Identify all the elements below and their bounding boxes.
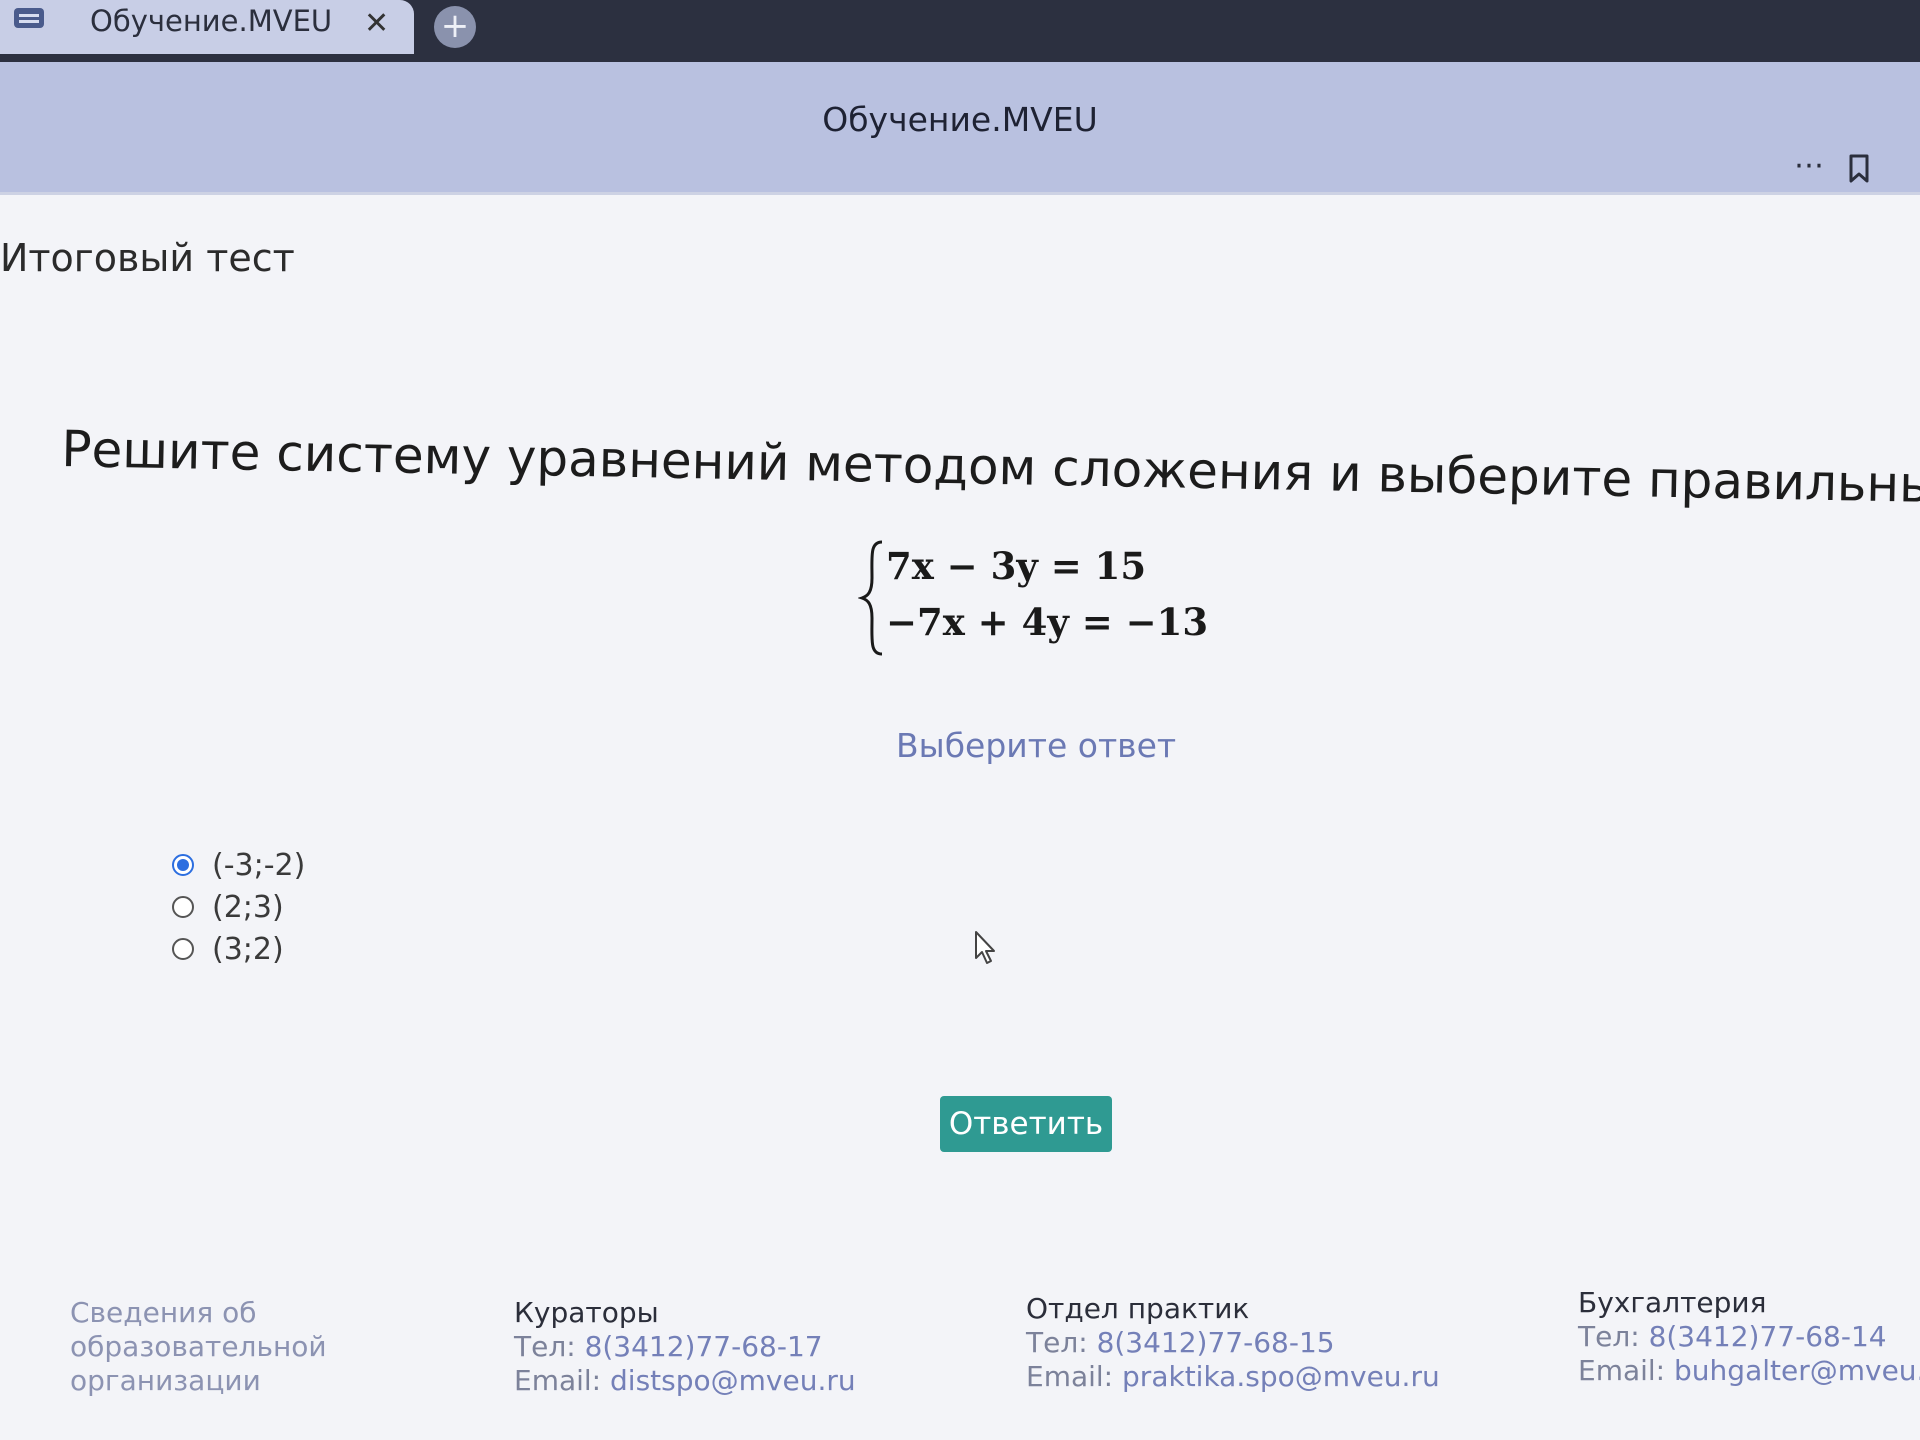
email-link[interactable]: distspo@mveu.ru xyxy=(610,1364,856,1397)
tab-strip: Обучение.MVEU ✕ + xyxy=(0,0,1920,62)
answer-option[interactable]: (3;2) xyxy=(172,928,305,970)
mouse-cursor-icon xyxy=(975,931,995,964)
email-label: Email: xyxy=(1026,1360,1123,1393)
answer-option-label: (-3;-2) xyxy=(212,847,306,883)
phone-link[interactable]: 8(3412)77-68-15 xyxy=(1097,1326,1335,1359)
tab-title: Обучение.MVEU xyxy=(90,4,333,38)
close-icon[interactable]: ✕ xyxy=(364,6,389,42)
phone-link[interactable]: 8(3412)77-68-17 xyxy=(585,1330,823,1363)
footer-info-link[interactable]: образовательной xyxy=(70,1330,327,1364)
footer-heading: Бухгалтерия xyxy=(1578,1286,1767,1319)
footer-info-link[interactable]: организации xyxy=(70,1364,327,1398)
page-title: Итоговый тест xyxy=(0,236,295,280)
footer-info-link[interactable]: Сведения об xyxy=(70,1296,327,1330)
browser-tab[interactable]: Обучение.MVEU ✕ xyxy=(0,0,414,54)
site-title: Обучение.MVEU xyxy=(822,100,1098,139)
site-favicon-icon xyxy=(14,8,44,28)
plus-icon[interactable]: + xyxy=(434,6,476,48)
phone-link[interactable]: 8(3412)77-68-14 xyxy=(1649,1320,1887,1353)
footer-heading: Кураторы xyxy=(514,1296,659,1329)
answer-option[interactable]: (-3;-2) xyxy=(172,844,305,886)
phone-label: Тел: xyxy=(514,1330,585,1363)
more-dots-icon[interactable]: ⋯ xyxy=(1794,148,1826,183)
footer-accounting: Бухгалтерия Тел: 8(3412)77-68-14 Email: … xyxy=(1578,1286,1920,1388)
brace-icon xyxy=(858,540,883,656)
answer-option-label: (2;3) xyxy=(212,889,284,925)
footer-practice: Отдел практик Тел: 8(3412)77-68-15 Email… xyxy=(1026,1292,1440,1394)
question-text: Решите систему уравнений методом сложени… xyxy=(60,420,1920,518)
phone-label: Тел: xyxy=(1578,1320,1649,1353)
bookmark-icon[interactable] xyxy=(1848,154,1870,184)
answer-option-label: (3;2) xyxy=(212,931,284,967)
answer-option[interactable]: (2;3) xyxy=(172,886,305,928)
email-link[interactable]: praktika.spo@mveu.ru xyxy=(1122,1360,1440,1393)
submit-button[interactable]: Ответить xyxy=(940,1096,1112,1152)
phone-label: Тел: xyxy=(1026,1326,1097,1359)
equation-line: 7x − 3y = 15 xyxy=(886,544,1147,588)
answer-options: (-3;-2) (2;3) (3;2) xyxy=(172,844,305,970)
footer-heading: Отдел практик xyxy=(1026,1292,1250,1325)
choose-answer-label: Выберите ответ xyxy=(896,726,1177,765)
equation-system: 7x − 3y = 15 −7x + 4y = −13 xyxy=(858,538,1238,658)
email-link[interactable]: buhgalter@mveu.ru xyxy=(1674,1354,1920,1387)
email-label: Email: xyxy=(1578,1354,1675,1387)
radio-button[interactable] xyxy=(172,854,194,876)
title-bar: Обучение.MVEU ⋯ xyxy=(0,62,1920,195)
footer-info[interactable]: Сведения об образовательной организации xyxy=(70,1296,327,1398)
radio-button[interactable] xyxy=(172,938,194,960)
email-label: Email: xyxy=(514,1364,611,1397)
equation-line: −7x + 4y = −13 xyxy=(886,600,1209,644)
footer-curators: Кураторы Тел: 8(3412)77-68-17 Email: dis… xyxy=(514,1296,856,1398)
radio-button[interactable] xyxy=(172,896,194,918)
